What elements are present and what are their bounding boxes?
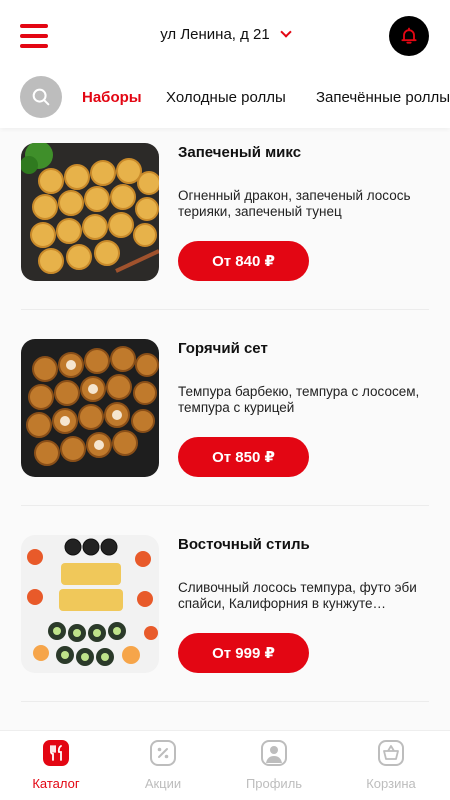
address-selector[interactable]: ул Ленина, д 21 bbox=[0, 26, 450, 43]
promo-icon bbox=[150, 740, 176, 766]
product-list: Запеченый микс Огненный дракон, запечены… bbox=[0, 128, 450, 730]
tab-cart-label: Корзина bbox=[366, 776, 416, 791]
divider bbox=[21, 309, 429, 310]
tab-catalog-label: Каталог bbox=[32, 776, 80, 791]
profile-icon bbox=[261, 740, 287, 766]
product-description: Темпура барбекю, темпура с лососем, темп… bbox=[178, 384, 420, 415]
search-icon bbox=[32, 88, 50, 106]
category-tab-sets[interactable]: Наборы bbox=[82, 89, 142, 106]
chevron-down-icon bbox=[280, 26, 292, 38]
divider bbox=[21, 505, 429, 506]
category-tab-cold-rolls[interactable]: Холодные роллы bbox=[166, 89, 286, 106]
divider bbox=[21, 701, 429, 702]
product-card[interactable]: Восточный стиль Сливочный лосось темпура… bbox=[0, 520, 450, 716]
search-button[interactable] bbox=[20, 76, 62, 118]
product-image[interactable] bbox=[21, 535, 159, 673]
product-title: Горячий сет bbox=[178, 340, 268, 357]
product-card[interactable]: Запеченый микс Огненный дракон, запечены… bbox=[0, 128, 450, 324]
bottom-tab-bar: Каталог Акции Профиль Корзина bbox=[0, 730, 450, 800]
tab-promo[interactable]: Акции bbox=[118, 739, 208, 791]
bell-icon bbox=[401, 27, 417, 44]
address-text: ул Ленина, д 21 bbox=[160, 26, 270, 43]
product-description: Огненный дракон, запеченый лосось терияк… bbox=[178, 188, 411, 219]
category-tab-baked-rolls[interactable]: Запечённые роллы bbox=[316, 89, 450, 106]
tab-profile[interactable]: Профиль bbox=[229, 739, 319, 791]
product-description: Сливочный лосось темпура, футо эби спайс… bbox=[178, 580, 417, 611]
notifications-button[interactable] bbox=[389, 16, 429, 56]
tab-profile-label: Профиль bbox=[245, 776, 303, 791]
category-tabs: Наборы Холодные роллы Запечённые роллы bbox=[0, 76, 450, 120]
catalog-icon bbox=[43, 740, 69, 766]
cart-icon bbox=[378, 740, 404, 766]
price-button[interactable]: От 840 ₽ bbox=[178, 241, 309, 281]
product-title: Запеченый микс bbox=[178, 144, 302, 161]
product-card[interactable]: Горячий сет Темпура барбекю, темпура с л… bbox=[0, 324, 450, 520]
product-title: Восточный стиль bbox=[178, 536, 310, 553]
product-image[interactable] bbox=[21, 143, 159, 281]
tab-promo-label: Акции bbox=[144, 776, 182, 791]
price-button[interactable]: От 999 ₽ bbox=[178, 633, 309, 673]
tab-catalog[interactable]: Каталог bbox=[11, 739, 101, 791]
app-header: ул Ленина, д 21 Наборы Холодные роллы За… bbox=[0, 0, 450, 128]
tab-cart[interactable]: Корзина bbox=[346, 739, 436, 791]
product-image[interactable] bbox=[21, 339, 159, 477]
price-button[interactable]: От 850 ₽ bbox=[178, 437, 309, 477]
